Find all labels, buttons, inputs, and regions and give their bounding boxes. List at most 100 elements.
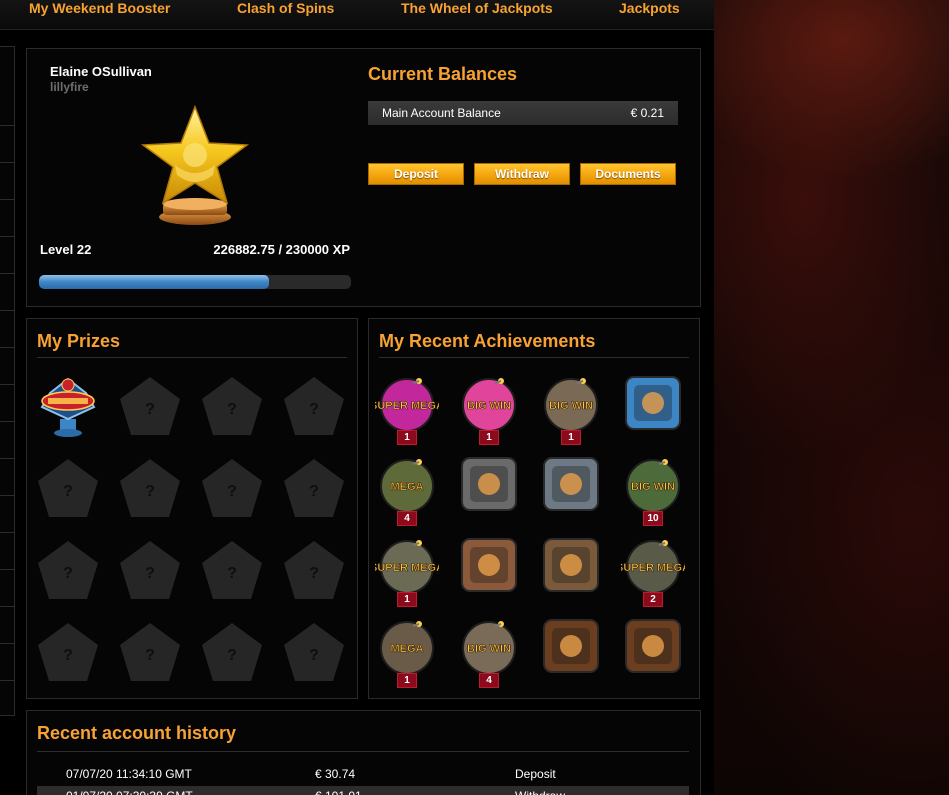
question-mark-glyph: ?	[309, 647, 319, 664]
achievement-count-badge: 1	[397, 673, 417, 688]
super-mega-red-bomb-icon: SUPER MEGA	[616, 540, 690, 594]
locked-prize-slot[interactable]: ?	[200, 457, 264, 521]
divider	[0, 421, 14, 422]
big-win-cloud-icon: BIG WIN	[462, 621, 516, 675]
achievement-item[interactable]: BIG WIN 1	[539, 373, 603, 445]
locked-prize-slot[interactable]: ?	[36, 621, 100, 685]
divider	[0, 606, 14, 607]
achievement-item[interactable]: SUPER MEGA 1	[370, 535, 444, 607]
achievement-label: SUPER MEGA	[375, 562, 439, 574]
question-mark-glyph: ?	[63, 647, 73, 664]
achievement-item[interactable]: SUPER MEGA 1	[370, 373, 444, 445]
divider	[0, 643, 14, 644]
fist-wood-frame-icon	[543, 538, 599, 592]
history-row: 07/07/20 11:34:10 GMT € 30.74 Deposit	[37, 764, 689, 784]
question-mark-glyph: ?	[227, 483, 237, 500]
wood-frame-icon	[461, 538, 517, 592]
pentagon-placeholder-icon: ?	[202, 377, 262, 435]
prize-jackpots[interactable]	[36, 375, 100, 439]
question-mark-glyph: ?	[227, 565, 237, 582]
history-row: 01/07/20 07:30:39 GMT € 101.01 Withdraw	[37, 786, 689, 795]
super-mega-bomb-icon: SUPER MEGA	[370, 540, 444, 594]
achievement-item[interactable]: SUPER MEGA 2	[616, 535, 690, 607]
pentagon-placeholder-icon: ?	[202, 623, 262, 681]
history-amount: € 30.74	[315, 767, 356, 781]
achievement-item[interactable]	[539, 616, 603, 688]
pentagon-placeholder-icon: ?	[202, 541, 262, 599]
achievements-panel: My Recent Achievements SUPER MEGA 1 BIG WI…	[368, 318, 700, 699]
achievement-item[interactable]	[457, 535, 521, 607]
nav-item-jackpots[interactable]: Jackpots	[619, 0, 680, 16]
achievement-count-badge: 1	[397, 430, 417, 445]
locked-prize-slot[interactable]: ?	[282, 457, 346, 521]
achievement-item[interactable]: BIG WIN 1	[457, 373, 521, 445]
locked-prize-slot[interactable]: ?	[118, 457, 182, 521]
divider	[0, 532, 14, 533]
achievement-count-badge: 1	[397, 592, 417, 607]
divider	[0, 199, 14, 200]
locked-prize-slot[interactable]: ?	[200, 375, 264, 439]
profile-name: Elaine OSullivan	[50, 64, 152, 79]
achievement-item[interactable]: BIG WIN 4	[457, 616, 521, 688]
nav-item-weekend-booster[interactable]: My Weekend Booster	[29, 0, 170, 16]
achievement-label: BIG WIN	[467, 643, 511, 655]
fist-frame-icon	[461, 457, 517, 511]
balances-title: Current Balances	[368, 64, 518, 84]
divider	[0, 347, 14, 348]
big-win-explosion-icon: BIG WIN	[626, 459, 680, 513]
locked-prize-slot[interactable]: ?	[118, 621, 182, 685]
achievement-item[interactable]	[457, 454, 521, 526]
divider	[37, 357, 347, 358]
achievement-item[interactable]: MEGA 1	[375, 616, 439, 688]
pentagon-placeholder-icon: ?	[284, 623, 344, 681]
einstein-icon	[625, 376, 681, 430]
main-balance-label: Main Account Balance	[382, 106, 501, 120]
profile-panel: Elaine OSullivan lillyfire Level 22 2268…	[26, 48, 701, 307]
jackpots-prize-icon	[40, 377, 96, 437]
pentagon-placeholder-icon: ?	[284, 459, 344, 517]
achievement-item[interactable]	[621, 373, 685, 445]
locked-prize-slot[interactable]: ?	[282, 539, 346, 603]
question-mark-glyph: ?	[145, 483, 155, 500]
pentagon-placeholder-icon: ?	[38, 623, 98, 681]
locked-prize-slot[interactable]: ?	[118, 539, 182, 603]
achievement-item[interactable]: MEGA 4	[375, 454, 439, 526]
deposit-button[interactable]: Deposit	[368, 163, 464, 185]
locked-prize-slot[interactable]: ?	[282, 621, 346, 685]
divider	[0, 680, 14, 681]
achievement-item[interactable]	[621, 616, 685, 688]
question-mark-glyph: ?	[63, 565, 73, 582]
documents-button[interactable]: Documents	[580, 163, 676, 185]
achievement-item[interactable]	[539, 454, 603, 526]
question-mark-glyph: ?	[227, 647, 237, 664]
locked-prize-slot[interactable]: ?	[36, 539, 100, 603]
main-balance-value: € 0.21	[630, 106, 664, 120]
side-menu-strip[interactable]	[0, 46, 15, 716]
question-mark-glyph: ?	[145, 401, 155, 418]
level-label: Level 22	[40, 242, 92, 257]
divider	[0, 236, 14, 237]
question-mark-glyph: ?	[309, 401, 319, 418]
hook-crate-icon	[625, 619, 681, 673]
locked-prize-slot[interactable]: ?	[118, 375, 182, 439]
divider	[0, 384, 14, 385]
achievements-title: My Recent Achievements	[379, 331, 596, 351]
history-type: Withdraw	[515, 786, 565, 795]
nav-item-wheel-of-jackpots[interactable]: The Wheel of Jackpots	[401, 0, 553, 16]
xp-label: 226882.75 / 230000 XP	[213, 242, 350, 257]
divider	[0, 273, 14, 274]
achievement-label: BIG WIN	[467, 400, 511, 412]
locked-prize-slot[interactable]: ?	[282, 375, 346, 439]
locked-prize-slot[interactable]: ?	[200, 539, 264, 603]
question-mark-glyph: ?	[145, 647, 155, 664]
achievement-count-badge: 1	[479, 430, 499, 445]
nav-item-clash-of-spins[interactable]: Clash of Spins	[237, 0, 334, 16]
locked-prize-slot[interactable]: ?	[200, 621, 264, 685]
mega-win-burst-icon: MEGA	[380, 459, 434, 513]
achievement-item[interactable]	[539, 535, 603, 607]
question-mark-glyph: ?	[309, 565, 319, 582]
withdraw-button[interactable]: Withdraw	[474, 163, 570, 185]
achievement-item[interactable]: BIG WIN 10	[621, 454, 685, 526]
locked-prize-slot[interactable]: ?	[36, 457, 100, 521]
background-artwork	[714, 0, 949, 795]
